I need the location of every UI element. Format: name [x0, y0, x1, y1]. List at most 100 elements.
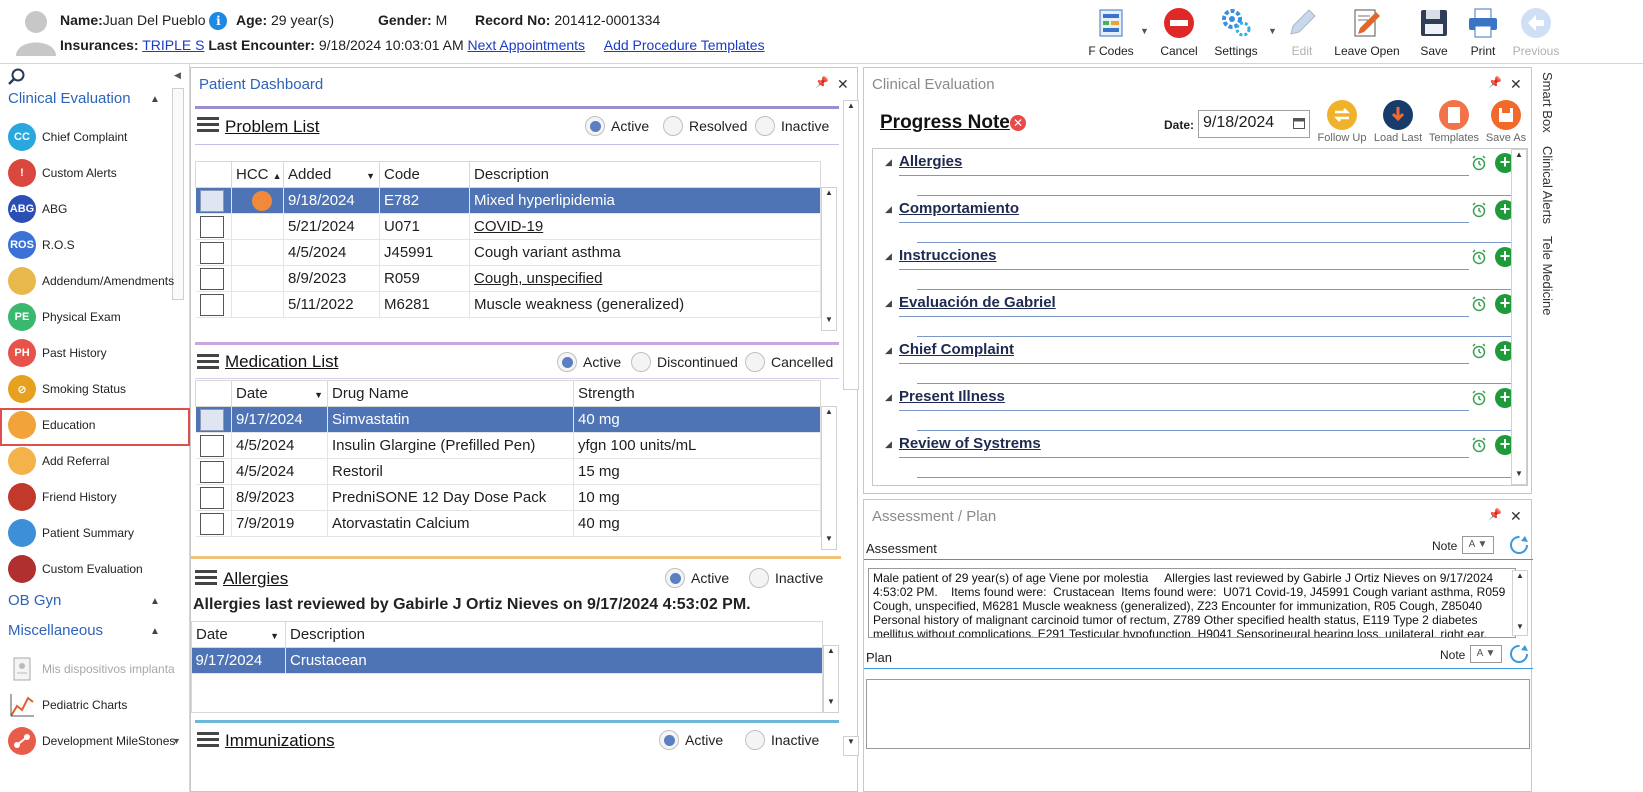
table-row[interactable]: 9/17/2024 Crustacean	[191, 647, 823, 674]
allergies-scrollbar[interactable]: ▲ ▼	[823, 645, 839, 713]
row-checkbox[interactable]	[195, 458, 232, 485]
allergies-title[interactable]: Allergies	[223, 569, 288, 589]
close-icon[interactable]: ✕	[837, 76, 849, 93]
problem-filter-resolved[interactable]: Resolved	[663, 116, 747, 136]
table-row[interactable]: 5/21/2024 U071 COVID-19	[195, 213, 821, 240]
pin-icon[interactable]: 📌	[815, 76, 829, 89]
note-section-title[interactable]: Chief Complaint	[899, 341, 1014, 358]
sidebar-item-smoking-status[interactable]: ⊘ Smoking Status	[8, 372, 176, 406]
row-checkbox[interactable]	[195, 484, 232, 511]
cancel-button[interactable]: Cancel	[1158, 6, 1200, 62]
column-date[interactable]: Date ▼	[191, 621, 286, 648]
alarm-clock-icon[interactable]	[1471, 437, 1487, 453]
calendar-icon[interactable]	[1293, 117, 1305, 129]
refresh-icon[interactable]	[1508, 534, 1530, 556]
collapse-sidebar-icon[interactable]: ◀	[174, 70, 181, 81]
fcodes-button[interactable]: F Codes	[1086, 6, 1136, 62]
sidebar-item-custom-evaluation[interactable]: Custom Evaluation	[8, 552, 176, 586]
menu-icon[interactable]	[197, 117, 219, 133]
sidebar-item-r-o-s[interactable]: ROS R.O.S	[8, 228, 176, 262]
date-input[interactable]: 9/18/2024	[1198, 110, 1310, 138]
column-drug-name[interactable]: Drug Name	[327, 380, 574, 407]
table-row[interactable]: 8/9/2023 R059 Cough, unspecified	[195, 265, 821, 292]
search-icon[interactable]	[8, 68, 26, 86]
column-date[interactable]: Date ▼	[231, 380, 328, 407]
close-icon[interactable]: ✕	[1510, 76, 1522, 93]
menu-icon[interactable]	[197, 354, 219, 370]
column-description[interactable]: Description	[469, 161, 821, 188]
sidebar-item-add-referral[interactable]: Add Referral	[8, 444, 176, 478]
pin-icon[interactable]: 📌	[1488, 76, 1502, 89]
allergies-filter-inactive[interactable]: Inactive	[749, 568, 823, 588]
table-row[interactable]: 4/5/2024 Restoril 15 mg	[195, 458, 821, 485]
description-cell[interactable]: COVID-19	[469, 213, 821, 240]
expand-triangle-icon[interactable]: ◢	[885, 204, 892, 215]
sidebar-item-physical-exam[interactable]: PE Physical Exam	[8, 300, 176, 334]
problem-list-title[interactable]: Problem List	[225, 117, 319, 137]
section-clinical-evaluation[interactable]: Clinical Evaluation ▲	[8, 90, 160, 107]
note-section-title[interactable]: Evaluación de Gabriel	[899, 294, 1056, 311]
problem-list-scrollbar[interactable]: ▲ ▼	[821, 187, 837, 331]
sidebar-item-friend-history[interactable]: Friend History	[8, 480, 176, 514]
plan-format-dropdown[interactable]: A ▼	[1470, 645, 1502, 663]
templates-button[interactable]: Templates	[1424, 100, 1484, 144]
expand-triangle-icon[interactable]: ◢	[885, 392, 892, 403]
tab-smart-box[interactable]: Smart Box	[1540, 72, 1555, 133]
remove-note-icon[interactable]: ✕	[1010, 115, 1026, 131]
note-section-title[interactable]: Comportamiento	[899, 200, 1019, 217]
next-appointments-link[interactable]: Next Appointments	[468, 37, 586, 53]
leave-open-button[interactable]: Leave Open	[1334, 6, 1400, 62]
note-section-title[interactable]: Present Illness	[899, 388, 1005, 405]
print-button[interactable]: Print	[1462, 6, 1504, 62]
sidebar-item-past-history[interactable]: PH Past History	[8, 336, 176, 370]
alarm-clock-icon[interactable]	[1471, 155, 1487, 171]
dashboard-scrollbar[interactable]: ▲	[843, 100, 859, 390]
table-row[interactable]: 7/9/2019 Atorvastatin Calcium 40 mg	[195, 510, 821, 537]
row-checkbox[interactable]	[195, 291, 232, 318]
expand-triangle-icon[interactable]: ◢	[885, 157, 892, 168]
plan-textarea[interactable]	[866, 679, 1530, 749]
row-checkbox[interactable]	[195, 213, 232, 240]
column-code[interactable]: Code	[379, 161, 470, 188]
sidebar-item-pediatric-charts[interactable]: Pediatric Charts	[8, 688, 176, 722]
sidebar-item-development-milestones[interactable]: Development MileStones	[8, 724, 176, 758]
medication-list-scrollbar[interactable]: ▲ ▼	[821, 406, 837, 550]
save-as-button[interactable]: Save As	[1476, 100, 1536, 144]
insurance-link[interactable]: TRIPLE S	[142, 37, 204, 53]
sidebar-item-chief-complaint[interactable]: CC Chief Complaint	[8, 120, 176, 154]
edit-button[interactable]: Edit	[1284, 6, 1320, 62]
dashboard-scroll-down[interactable]: ▼	[843, 736, 859, 756]
row-checkbox[interactable]	[195, 265, 232, 292]
add-procedure-templates-link[interactable]: Add Procedure Templates	[604, 37, 765, 53]
table-row[interactable]: 9/17/2024 Simvastatin 40 mg	[195, 406, 821, 433]
sidebar-item-patient-summary[interactable]: Patient Summary	[8, 516, 176, 550]
immunizations-filter-active[interactable]: Active	[659, 730, 723, 750]
alarm-clock-icon[interactable]	[1471, 390, 1487, 406]
expand-triangle-icon[interactable]: ◢	[885, 251, 892, 262]
note-section-title[interactable]: Allergies	[899, 153, 962, 170]
note-section[interactable]: ◢ Comportamiento +	[881, 198, 1521, 244]
progress-note-scrollbar[interactable]: ▲ ▼	[1511, 149, 1527, 485]
sidebar-item-abg[interactable]: ABG ABG	[8, 192, 176, 226]
section-ob-gyn[interactable]: OB Gyn ▲	[8, 592, 160, 609]
info-icon[interactable]: i	[209, 12, 228, 31]
settings-dropdown-icon[interactable]: ▼	[1268, 26, 1277, 36]
table-row[interactable]: 4/5/2024 J45991 Cough variant asthma	[195, 239, 821, 266]
follow-up-button[interactable]: Follow Up	[1312, 100, 1372, 144]
assessment-scrollbar[interactable]: ▲ ▼	[1512, 570, 1528, 636]
save-button[interactable]: Save	[1414, 6, 1454, 62]
sidebar-item-custom-alerts[interactable]: ! Custom Alerts	[8, 156, 176, 190]
medication-filter-cancelled[interactable]: Cancelled	[745, 352, 833, 372]
column-added[interactable]: Added ▼	[283, 161, 380, 188]
note-format-dropdown[interactable]: A ▼	[1462, 536, 1494, 554]
previous-button[interactable]: Previous	[1510, 6, 1562, 62]
alarm-clock-icon[interactable]	[1471, 249, 1487, 265]
note-section[interactable]: ◢ Evaluación de Gabriel +	[881, 292, 1521, 338]
sidebar-item-mis-dispositivos[interactable]: Mis dispositivos implanta	[8, 652, 176, 686]
note-section[interactable]: ◢ Review of Systrems +	[881, 433, 1521, 479]
tab-tele-medicine[interactable]: Tele Medicine	[1540, 236, 1555, 316]
note-section[interactable]: ◢ Present Illness +	[881, 386, 1521, 432]
medication-filter-active[interactable]: Active	[557, 352, 621, 372]
row-checkbox[interactable]	[195, 432, 232, 459]
settings-button[interactable]: Settings	[1208, 6, 1264, 62]
